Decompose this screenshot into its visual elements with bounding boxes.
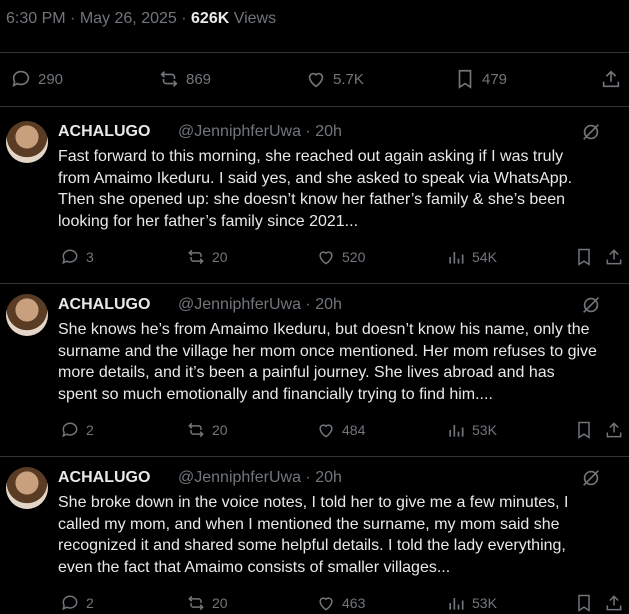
repost-button[interactable]: 20 [186,592,228,614]
like-button[interactable]: 463 [316,592,365,614]
display-name[interactable]: ACHALUGO [58,296,150,314]
avatar[interactable] [6,294,48,336]
reply-button[interactable]: 290 [10,67,63,91]
post-time: 6:30 PM [6,10,66,27]
share-icon [602,70,620,88]
views-count: 53K [472,422,497,438]
repost-button[interactable]: 20 [186,419,228,441]
repost-count: 869 [186,70,212,88]
repost-count: 20 [212,595,228,611]
bookmark-icon [578,248,590,266]
views-button[interactable]: 53K [446,592,497,614]
repost-icon [188,249,204,265]
grok-icon[interactable] [580,294,602,316]
tweet-action-bar: 2 20 463 53K [0,592,629,614]
like-button[interactable]: 5.7K [305,67,364,91]
views-count: 626K [191,10,230,27]
reply-icon [62,595,78,611]
tweet-action-bar: 2 20 484 53K [0,419,629,441]
reply-count: 290 [38,70,64,88]
avatar[interactable] [6,467,48,509]
repost-icon [188,422,204,438]
bookmark-count: 479 [482,70,508,88]
heart-icon [319,424,333,438]
like-count: 520 [342,249,366,265]
repost-count: 20 [212,249,228,265]
bookmark-button[interactable] [574,592,594,614]
post-action-bar: 290 869 5.7K 479 [0,67,629,91]
handle-time[interactable]: @JenniphferUwa · 20h [178,469,342,487]
share-button[interactable] [604,246,624,268]
like-button[interactable]: 520 [316,246,365,268]
bookmark-icon [578,594,590,612]
analytics-icon [449,425,464,437]
heart-icon [319,597,333,611]
reply-icon [12,70,30,87]
reply-icon [62,422,78,438]
share-button[interactable] [604,592,624,614]
views-button[interactable]: 54K [446,246,497,268]
grok-icon[interactable] [580,121,602,143]
analytics-icon [449,252,464,264]
bookmark-icon [458,69,472,89]
like-button[interactable]: 484 [316,419,365,441]
repost-icon [160,71,178,87]
repost-count: 20 [212,422,228,438]
reply-count: 3 [86,249,94,265]
display-name[interactable]: ACHALUGO [58,123,150,141]
avatar[interactable] [6,121,48,163]
reply-button[interactable]: 2 [60,592,94,614]
share-icon [606,422,622,438]
heart-icon [319,251,333,265]
like-count: 5.7K [333,70,364,88]
views-label: Views [233,10,277,27]
tweet-text: She knows he’s from Amaimo Ikeduru, but … [58,321,597,404]
tweet-action-bar: 3 20 520 54K [0,246,629,268]
reply-button[interactable]: 2 [60,419,94,441]
views-count: 54K [472,249,497,265]
reply-count: 2 [86,422,94,438]
heart-icon [308,72,324,88]
bookmark-icon [578,421,590,439]
views-button[interactable]: 53K [446,419,497,441]
views-count: 53K [472,595,497,611]
bookmark-button[interactable] [574,246,594,268]
handle-time[interactable]: @JenniphferUwa · 20h [178,123,342,141]
reply-button[interactable]: 3 [60,246,94,268]
reply-icon [62,249,78,265]
divider [0,456,629,457]
analytics-icon [449,598,464,610]
post-meta: 6:30 PM · May 26, 2025 · 626K Views [6,10,277,27]
share-icon [606,595,622,611]
repost-icon [188,595,204,611]
tweet-text: Fast forward to this morning, she reache… [58,148,573,231]
grok-icon[interactable] [580,467,602,489]
display-name[interactable]: ACHALUGO [58,469,150,487]
bookmark-button[interactable] [574,419,594,441]
share-button[interactable] [600,67,622,91]
divider [0,283,629,284]
repost-button[interactable]: 869 [158,67,211,91]
like-count: 463 [342,595,366,611]
repost-button[interactable]: 20 [186,246,228,268]
divider [0,52,629,53]
tweet-text: She broke down in the voice notes, I tol… [58,494,569,577]
post-date[interactable]: May 26, 2025 [80,10,177,27]
divider [0,106,629,107]
share-button[interactable] [604,419,624,441]
share-icon [606,249,622,265]
like-count: 484 [342,422,366,438]
handle-time[interactable]: @JenniphferUwa · 20h [178,296,342,314]
bookmark-button[interactable]: 479 [454,67,507,91]
reply-count: 2 [86,595,94,611]
